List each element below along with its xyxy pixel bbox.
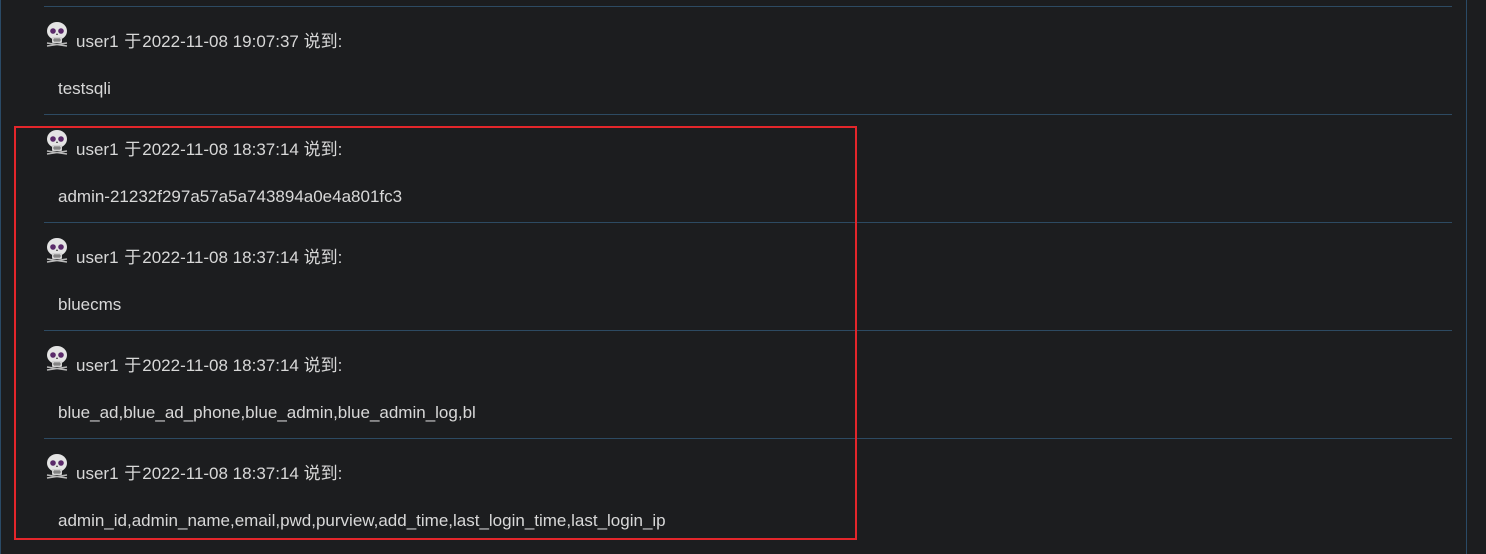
comment-header: user1 于2022-11-08 18:37:14 说到:	[76, 248, 342, 268]
comment-suffix: 说到:	[303, 140, 343, 159]
comment-datetime: 2022-11-08 18:37:14	[142, 356, 299, 375]
comment-text: admin-21232f297a57a5a743894a0e4a801fc3	[58, 187, 403, 206]
comment-prefix: 于	[124, 248, 142, 267]
comment-suffix: 说到:	[303, 32, 343, 51]
comment-prefix: 于	[124, 464, 142, 483]
comment-header: user1 于2022-11-08 18:37:14 说到:	[76, 140, 342, 160]
comment-header: user1 于2022-11-08 18:37:14 说到:	[76, 356, 342, 376]
skull-avatar-icon	[46, 454, 68, 479]
comment-datetime: 2022-11-08 19:07:37	[142, 32, 299, 51]
comment-header: user1 于2022-11-08 18:37:14 说到:	[76, 464, 342, 484]
comment-header: user1 于2022-11-08 19:07:37 说到:	[76, 32, 342, 52]
comments-page: user1 于2022-11-08 19:07:37 说到: testsqli …	[0, 0, 1486, 554]
comment-user: user1	[76, 464, 119, 483]
comment-user: user1	[76, 32, 119, 51]
skull-avatar-icon	[46, 130, 68, 155]
comment-user: user1	[76, 140, 119, 159]
comment-text: testsqli	[58, 79, 111, 98]
comment-item: user1 于2022-11-08 18:37:14 说到: bluecms	[44, 222, 1452, 330]
comment-prefix: 于	[124, 32, 142, 51]
comment-item: user1 于2022-11-08 18:37:14 说到: admin_id,…	[44, 438, 1452, 546]
skull-avatar-icon	[46, 238, 68, 263]
comment-item: user1 于2022-11-08 18:37:14 说到: admin-212…	[44, 114, 1452, 222]
comment-suffix: 说到:	[303, 248, 343, 267]
comment-datetime: 2022-11-08 18:37:14	[142, 248, 299, 267]
comment-datetime: 2022-11-08 18:37:14	[142, 464, 299, 483]
frame-border-right	[1466, 0, 1467, 554]
skull-avatar-icon	[46, 346, 68, 371]
comment-item: user1 于2022-11-08 18:37:14 说到: blue_ad,b…	[44, 330, 1452, 438]
comment-text: bluecms	[58, 295, 122, 314]
skull-avatar-icon	[46, 22, 68, 47]
comment-datetime: 2022-11-08 18:37:14	[142, 140, 299, 159]
comment-text: blue_ad,blue_ad_phone,blue_admin,blue_ad…	[58, 403, 476, 422]
comment-text: admin_id,admin_name,email,pwd,purview,ad…	[58, 511, 666, 530]
comment-user: user1	[76, 248, 119, 267]
comment-list: user1 于2022-11-08 19:07:37 说到: testsqli …	[44, 6, 1452, 546]
comment-suffix: 说到:	[303, 464, 343, 483]
comment-prefix: 于	[124, 356, 142, 375]
comment-user: user1	[76, 356, 119, 375]
comment-suffix: 说到:	[303, 356, 343, 375]
frame-border-left	[0, 0, 1, 554]
comment-item: user1 于2022-11-08 19:07:37 说到: testsqli	[44, 6, 1452, 114]
comment-prefix: 于	[124, 140, 142, 159]
